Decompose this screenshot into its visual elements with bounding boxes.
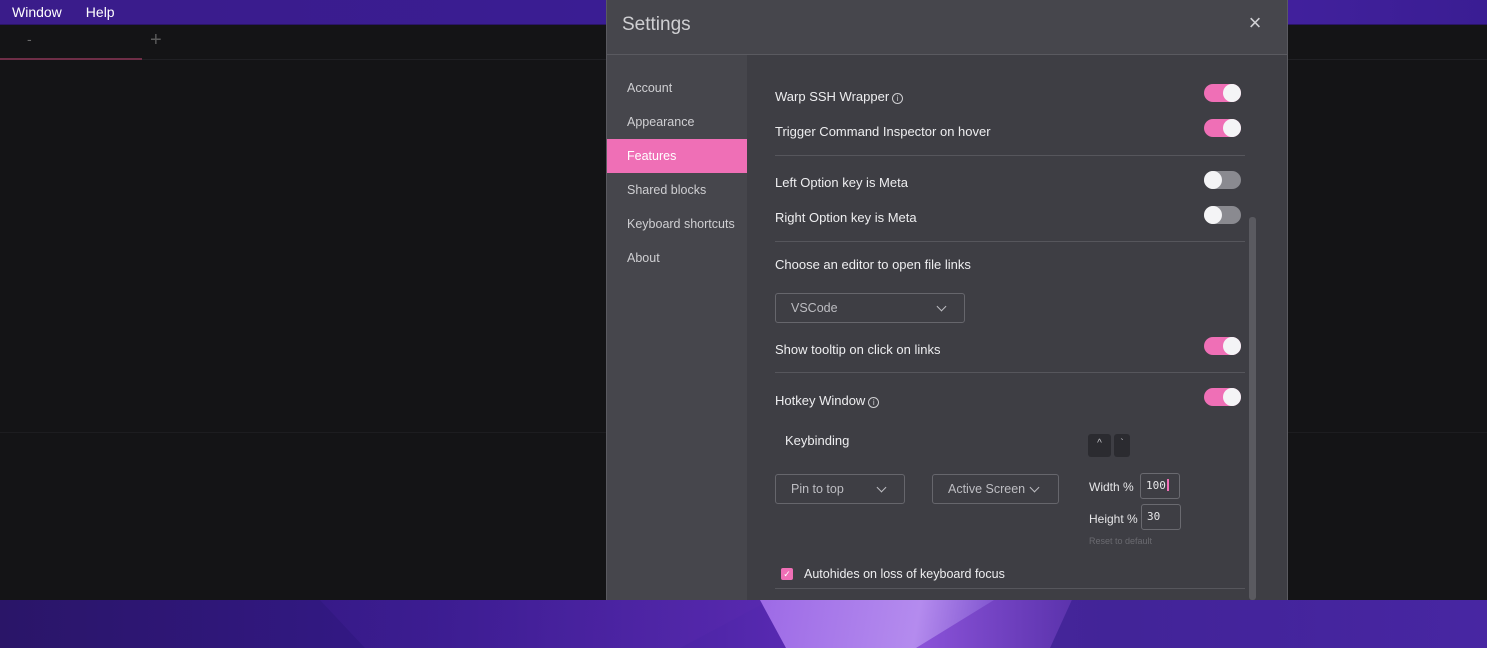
sidebar-item-keyboard-shortcuts[interactable]: Keyboard shortcuts (607, 207, 747, 241)
features-panel: Warp SSH Wrapper i Trigger Command Inspec… (747, 55, 1287, 600)
left-option-meta-label: Left Option key is Meta (775, 175, 908, 190)
editor-dropdown[interactable]: VSCode (775, 293, 965, 323)
divider (775, 588, 1245, 589)
hotkey-window-row: Hotkey Window i (775, 393, 880, 408)
info-icon[interactable]: i (892, 93, 904, 104)
width-input[interactable]: 100 (1140, 473, 1180, 499)
pin-position-value: Pin to top (791, 482, 844, 496)
keybinding-key-ctrl[interactable]: ^ (1088, 434, 1111, 457)
sidebar-item-about[interactable]: About (607, 241, 747, 275)
width-value: 100 (1146, 479, 1166, 492)
trigger-inspector-label: Trigger Command Inspector on hover (775, 124, 991, 139)
screen-value: Active Screen (948, 482, 1026, 496)
sidebar-item-features[interactable]: Features (607, 139, 747, 173)
wallpaper-shape (320, 600, 770, 648)
warp-ssh-wrapper-row: Warp SSH Wrapper i (775, 89, 904, 104)
new-tab-plus-icon[interactable]: + (150, 29, 162, 52)
close-icon[interactable]: × (1244, 12, 1266, 36)
chevron-down-icon (876, 482, 887, 493)
chevron-down-icon (1029, 482, 1040, 493)
height-value: 30 (1147, 510, 1161, 523)
warp-ssh-wrapper-toggle[interactable] (1204, 84, 1241, 102)
pin-position-dropdown[interactable]: Pin to top (775, 474, 905, 504)
text-caret (1166, 479, 1169, 491)
check-icon: ✓ (783, 569, 791, 579)
info-icon[interactable]: i (868, 397, 880, 408)
desktop-wallpaper (0, 600, 1487, 648)
tab-title: - (27, 31, 32, 47)
modal-header: Settings × (607, 0, 1287, 55)
hotkey-window-toggle[interactable] (1204, 388, 1241, 406)
warp-ssh-wrapper-label: Warp SSH Wrapper (775, 89, 890, 104)
right-option-meta-label: Right Option key is Meta (775, 210, 917, 225)
height-input[interactable]: 30 (1141, 504, 1181, 530)
sidebar-item-shared-blocks[interactable]: Shared blocks (607, 173, 747, 207)
left-option-meta-toggle[interactable] (1204, 171, 1241, 189)
menu-window[interactable]: Window (0, 4, 74, 20)
modal-title: Settings (622, 14, 691, 35)
autohide-label: Autohides on loss of keyboard focus (804, 567, 1005, 581)
screen-dropdown[interactable]: Active Screen (932, 474, 1059, 504)
reset-to-default-link[interactable]: Reset to default (1089, 536, 1152, 546)
divider (775, 155, 1245, 156)
terminal-tab[interactable]: - (0, 25, 142, 60)
autohide-checkbox[interactable]: ✓ (781, 568, 793, 580)
chevron-down-icon (936, 301, 947, 312)
scrollbar[interactable] (1249, 217, 1256, 600)
trigger-inspector-toggle[interactable] (1204, 119, 1241, 137)
editor-dropdown-value: VSCode (791, 301, 838, 315)
settings-sidebar: Account Appearance Features Shared block… (607, 55, 747, 600)
height-label: Height % (1089, 512, 1138, 526)
settings-modal: Settings × Account Appearance Features S… (606, 0, 1288, 600)
tooltip-on-click-label: Show tooltip on click on links (775, 342, 941, 357)
keybinding-key-backtick[interactable]: ` (1114, 434, 1130, 457)
right-option-meta-toggle[interactable] (1204, 206, 1241, 224)
sidebar-item-account[interactable]: Account (607, 71, 747, 105)
wallpaper-shape (760, 600, 994, 648)
divider (775, 241, 1245, 242)
keybinding-label: Keybinding (785, 433, 850, 448)
tooltip-on-click-toggle[interactable] (1204, 337, 1241, 355)
menu-help[interactable]: Help (74, 4, 127, 20)
terminal-window: - + Settings × Account Appearance Featur… (0, 0, 1487, 600)
hotkey-window-label: Hotkey Window (775, 393, 866, 408)
editor-label: Choose an editor to open file links (775, 257, 971, 272)
sidebar-item-appearance[interactable]: Appearance (607, 105, 747, 139)
wallpaper-shape (1050, 600, 1487, 648)
width-label: Width % (1089, 480, 1134, 494)
divider (775, 372, 1245, 373)
